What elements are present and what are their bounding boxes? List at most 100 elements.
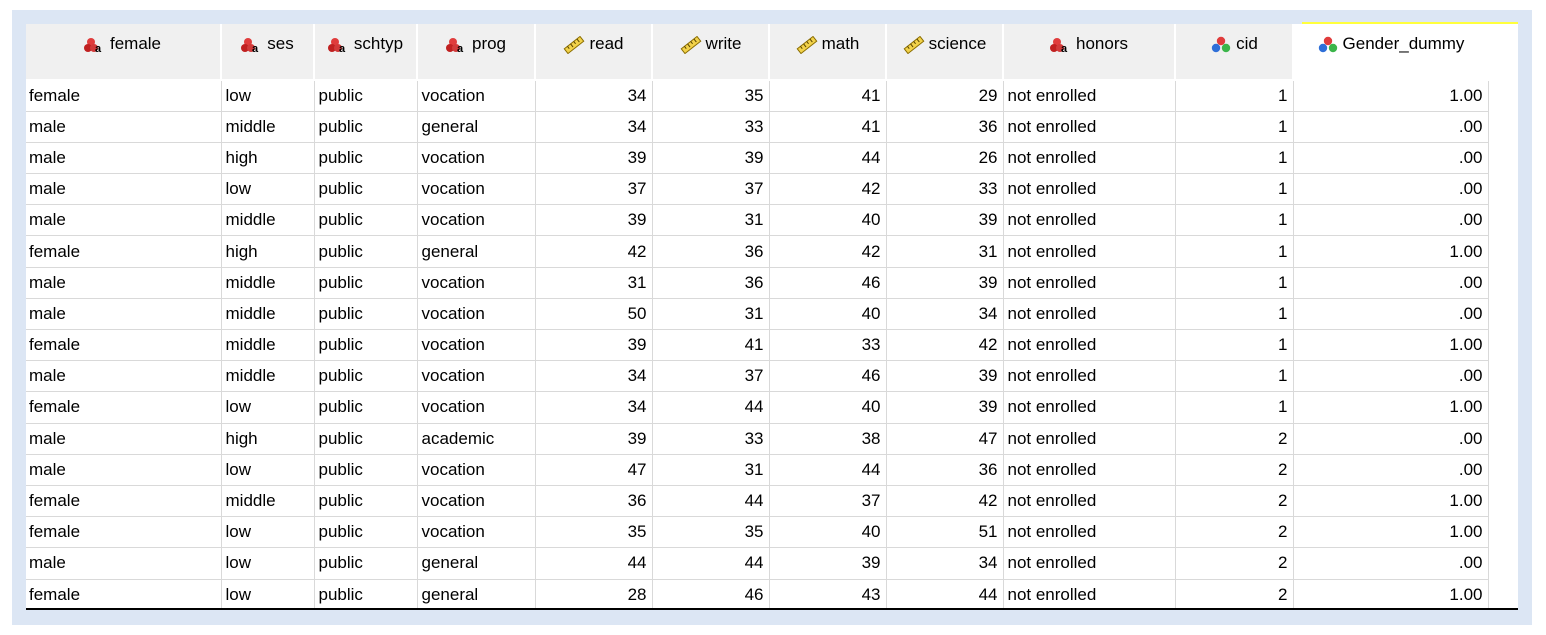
cell-science[interactable]: 31 <box>886 235 1004 268</box>
cell-ses[interactable]: low <box>221 80 315 112</box>
cell-ses[interactable]: middle <box>221 204 315 237</box>
cell-honors[interactable]: not enrolled <box>1003 204 1176 237</box>
cell-read[interactable]: 28 <box>535 579 653 608</box>
cell-ses[interactable]: high <box>221 142 315 175</box>
cell-gender-dummy[interactable]: .00 <box>1293 547 1489 580</box>
cell-cid[interactable]: 2 <box>1175 579 1294 608</box>
cell-schtyp[interactable]: public <box>314 267 418 299</box>
cell-schtyp[interactable]: public <box>314 298 418 331</box>
cell-cid[interactable]: 2 <box>1175 423 1294 455</box>
cell-honors[interactable]: not enrolled <box>1003 235 1176 268</box>
cell-cid[interactable]: 1 <box>1175 111 1294 143</box>
cell-schtyp[interactable]: public <box>314 235 418 268</box>
cell-honors[interactable]: not enrolled <box>1003 360 1176 393</box>
cell-schtyp[interactable]: public <box>314 454 418 486</box>
cell-write[interactable]: 35 <box>652 80 770 112</box>
cell-science[interactable]: 29 <box>886 80 1004 112</box>
cell-female[interactable]: male <box>26 547 222 580</box>
cell-honors[interactable]: not enrolled <box>1003 579 1176 608</box>
cell-science[interactable]: 26 <box>886 142 1004 175</box>
cell-read[interactable]: 39 <box>535 423 653 455</box>
cell-female[interactable]: male <box>26 360 222 393</box>
cell-read[interactable]: 34 <box>535 111 653 143</box>
cell-math[interactable]: 39 <box>769 547 887 580</box>
cell-cid[interactable]: 1 <box>1175 204 1294 237</box>
cell-female[interactable]: female <box>26 391 222 424</box>
cell-write[interactable]: 44 <box>652 391 770 424</box>
cell-write[interactable]: 44 <box>652 485 770 518</box>
cell-schtyp[interactable]: public <box>314 173 418 206</box>
cell-cid[interactable]: 1 <box>1175 235 1294 268</box>
cell-honors[interactable]: not enrolled <box>1003 298 1176 331</box>
cell-math[interactable]: 37 <box>769 485 887 518</box>
cell-schtyp[interactable]: public <box>314 485 418 518</box>
cell-read[interactable]: 31 <box>535 267 653 299</box>
cell-prog[interactable]: vocation <box>417 267 536 299</box>
cell-science[interactable]: 34 <box>886 298 1004 331</box>
cell-write[interactable]: 36 <box>652 235 770 268</box>
cell-honors[interactable]: not enrolled <box>1003 454 1176 486</box>
cell-prog[interactable]: vocation <box>417 80 536 112</box>
cell-math[interactable]: 44 <box>769 454 887 486</box>
cell-ses[interactable]: low <box>221 173 315 206</box>
cell-ses[interactable]: low <box>221 547 315 580</box>
cell-write[interactable]: 31 <box>652 204 770 237</box>
column-header-honors[interactable]: a honors <box>1003 24 1176 81</box>
cell-write[interactable]: 46 <box>652 579 770 608</box>
cell-science[interactable]: 39 <box>886 360 1004 393</box>
cell-read[interactable]: 47 <box>535 454 653 486</box>
cell-science[interactable]: 33 <box>886 173 1004 206</box>
column-header-cid[interactable]: cid <box>1175 24 1294 81</box>
cell-ses[interactable]: middle <box>221 329 315 362</box>
cell-female[interactable]: male <box>26 173 222 206</box>
cell-honors[interactable]: not enrolled <box>1003 173 1176 206</box>
cell-prog[interactable]: vocation <box>417 454 536 486</box>
cell-math[interactable]: 44 <box>769 142 887 175</box>
cell-math[interactable]: 42 <box>769 173 887 206</box>
column-header-read[interactable]: read <box>535 24 653 81</box>
cell-math[interactable]: 40 <box>769 298 887 331</box>
cell-ses[interactable]: middle <box>221 485 315 518</box>
cell-cid[interactable]: 1 <box>1175 173 1294 206</box>
cell-cid[interactable]: 1 <box>1175 298 1294 331</box>
cell-honors[interactable]: not enrolled <box>1003 80 1176 112</box>
cell-gender-dummy[interactable]: 1.00 <box>1293 516 1489 549</box>
cell-read[interactable]: 44 <box>535 547 653 580</box>
cell-gender-dummy[interactable]: 1.00 <box>1293 80 1489 112</box>
cell-science[interactable]: 36 <box>886 454 1004 486</box>
cell-write[interactable]: 33 <box>652 423 770 455</box>
cell-gender-dummy[interactable]: .00 <box>1293 454 1489 486</box>
cell-science[interactable]: 42 <box>886 485 1004 518</box>
cell-read[interactable]: 50 <box>535 298 653 331</box>
cell-schtyp[interactable]: public <box>314 579 418 608</box>
cell-female[interactable]: male <box>26 423 222 455</box>
cell-read[interactable]: 39 <box>535 329 653 362</box>
cell-prog[interactable]: vocation <box>417 142 536 175</box>
cell-cid[interactable]: 1 <box>1175 391 1294 424</box>
cell-honors[interactable]: not enrolled <box>1003 391 1176 424</box>
cell-schtyp[interactable]: public <box>314 142 418 175</box>
cell-write[interactable]: 33 <box>652 111 770 143</box>
cell-ses[interactable]: middle <box>221 360 315 393</box>
cell-cid[interactable]: 2 <box>1175 454 1294 486</box>
cell-math[interactable]: 43 <box>769 579 887 608</box>
cell-math[interactable]: 33 <box>769 329 887 362</box>
cell-gender-dummy[interactable]: .00 <box>1293 423 1489 455</box>
column-header-math[interactable]: math <box>769 24 887 81</box>
cell-math[interactable]: 40 <box>769 391 887 424</box>
column-header-write[interactable]: write <box>652 24 770 81</box>
cell-science[interactable]: 51 <box>886 516 1004 549</box>
cell-cid[interactable]: 1 <box>1175 329 1294 362</box>
cell-science[interactable]: 44 <box>886 579 1004 608</box>
cell-read[interactable]: 39 <box>535 204 653 237</box>
cell-female[interactable]: male <box>26 142 222 175</box>
cell-schtyp[interactable]: public <box>314 360 418 393</box>
cell-math[interactable]: 38 <box>769 423 887 455</box>
cell-science[interactable]: 47 <box>886 423 1004 455</box>
cell-prog[interactable]: general <box>417 235 536 268</box>
cell-schtyp[interactable]: public <box>314 391 418 424</box>
cell-science[interactable]: 39 <box>886 391 1004 424</box>
cell-female[interactable]: male <box>26 454 222 486</box>
column-header-gender-dummy[interactable]: Gender_dummy <box>1293 24 1489 81</box>
column-header-schtyp[interactable]: a schtyp <box>314 24 418 81</box>
